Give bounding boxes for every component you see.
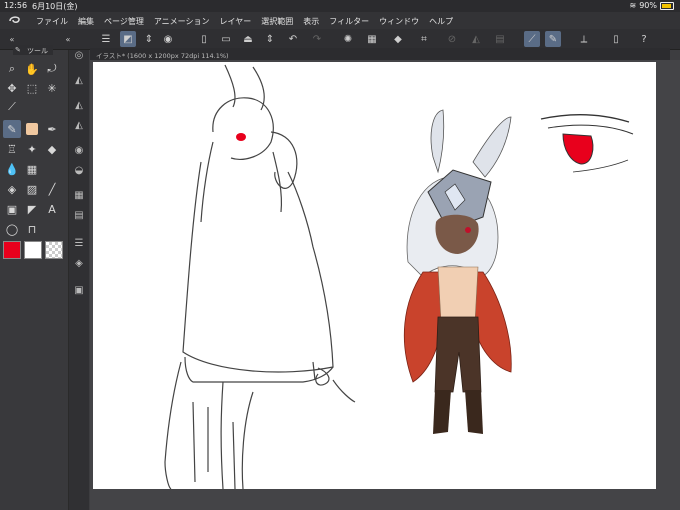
move-icon[interactable]: ✥	[3, 79, 21, 97]
color-set-icon[interactable]: ▦	[72, 188, 86, 202]
status-time: 12:56	[4, 1, 28, 10]
layer-property-icon[interactable]: ☰	[72, 236, 86, 250]
tool-palette-title: ツール	[27, 47, 48, 55]
deselect-icon[interactable]: ⊘	[444, 31, 460, 47]
hand-icon[interactable]: ✋	[23, 60, 41, 78]
export-icon[interactable]: ⏏	[240, 31, 256, 47]
chevron-updown-2-icon[interactable]: ⇕	[262, 31, 278, 47]
magic-wand-icon[interactable]: ✳	[43, 79, 61, 97]
menu-list-icon[interactable]: ☰	[98, 31, 114, 47]
tool-panel	[0, 50, 69, 510]
chevron-updown-icon[interactable]: ⇕	[141, 31, 157, 47]
history-icon[interactable]: ▣	[72, 283, 86, 297]
invert-icon[interactable]: ◭	[468, 31, 484, 47]
balloon-icon[interactable]: ◯	[3, 220, 21, 238]
line-icon[interactable]: ╱	[43, 180, 61, 198]
open-folder-icon[interactable]: ▭	[218, 31, 234, 47]
menu-file[interactable]: ファイル	[36, 16, 68, 27]
clear-icon[interactable]: ▦	[364, 31, 380, 47]
selection-tool-icon[interactable]: ◩	[120, 31, 136, 47]
device-icon[interactable]: ▯	[608, 31, 624, 47]
status-bar: 12:56 6月10日(金) ≋ 90%	[0, 0, 680, 12]
sketch-figure	[164, 64, 356, 489]
crop-icon[interactable]: ⌗	[416, 31, 432, 47]
tool-palette-tab[interactable]: ✎ ツール	[13, 45, 53, 55]
pen-icon[interactable]: ✎	[3, 120, 21, 138]
menu-view[interactable]: 表示	[303, 16, 319, 27]
tool-property-icon[interactable]: ◭	[72, 98, 86, 112]
zoom-icon[interactable]: ⌕	[3, 60, 21, 78]
eyedropper-icon[interactable]: ⟋	[3, 98, 21, 116]
frame-icon[interactable]: ▣	[3, 200, 21, 218]
status-date: 6月10日(金)	[32, 2, 78, 11]
app-logo-icon[interactable]	[8, 15, 22, 28]
airbrush-icon[interactable]: ♖	[3, 140, 21, 158]
pen-small-icon: ✎	[15, 46, 21, 54]
collapse-right-icon[interactable]: «	[60, 31, 76, 47]
canvas-tab-label: イラスト* (1600 x 1200px 72dpi 114.1%)	[96, 52, 229, 60]
illustration	[164, 64, 634, 489]
ruler-tool-icon[interactable]: ◤	[23, 200, 41, 218]
color-wheel-icon[interactable]: ◉	[72, 143, 86, 157]
navigator-icon[interactable]: ◎	[72, 48, 86, 62]
grid-icon[interactable]: ▦	[23, 160, 41, 178]
wifi-icon: ≋	[629, 1, 637, 10]
text-icon[interactable]: A	[43, 200, 61, 218]
menu-items: ファイル 編集 ページ管理 アニメーション レイヤー 選択範囲 表示 フィルター…	[36, 16, 463, 27]
battery-icon	[660, 1, 674, 10]
menu-selection[interactable]: 選択範囲	[261, 16, 293, 27]
transform-icon[interactable]: ▤	[492, 31, 508, 47]
pen-snap-icon[interactable]: ✎	[545, 31, 561, 47]
loading-icon[interactable]: ✺	[340, 31, 356, 47]
sketch-eye	[236, 133, 246, 141]
sub-tool-icon[interactable]: ◭	[72, 73, 86, 87]
correct-line-icon[interactable]: ⊓	[23, 220, 41, 238]
command-bar: « « ☰ ◩ ⇕ ◉ ▯ ▭ ⏏ ⇕ ↶ ↷ ✺ ▦ ◆ ⌗ ⊘ ◭ ▤ ⟋ …	[0, 29, 680, 50]
view-icon[interactable]: ◉	[160, 31, 176, 47]
sub-color-swatch[interactable]	[24, 241, 42, 259]
redo-icon[interactable]: ↷	[309, 31, 325, 47]
brush-icon[interactable]: ✒	[43, 120, 61, 138]
menu-help[interactable]: ヘルプ	[429, 16, 453, 27]
color-mix-icon[interactable]: ◒	[72, 163, 86, 177]
main-color-swatch[interactable]	[3, 241, 21, 259]
gradient-icon[interactable]: ▨	[23, 180, 41, 198]
chibi-figure	[403, 109, 512, 434]
help-icon[interactable]: ?	[636, 31, 652, 47]
menu-animation[interactable]: アニメーション	[154, 16, 210, 27]
canvas-paper[interactable]	[93, 62, 656, 489]
menu-layer[interactable]: レイヤー	[220, 16, 252, 27]
undo-icon[interactable]: ↶	[285, 31, 301, 47]
battery-percent: 90%	[639, 1, 657, 10]
bucket-icon[interactable]: ◈	[3, 180, 21, 198]
transparent-color-swatch[interactable]	[45, 241, 63, 259]
marquee-icon[interactable]: ⬚	[23, 79, 41, 97]
status-right: ≋ 90%	[630, 1, 674, 10]
material-icon[interactable]: ▤	[72, 208, 86, 222]
menu-bar: ファイル 編集 ページ管理 アニメーション レイヤー 選択範囲 表示 フィルター…	[0, 12, 680, 29]
ruler-icon[interactable]: ⟂	[576, 31, 592, 47]
menu-filter[interactable]: フィルター	[329, 16, 369, 27]
brush-size-icon[interactable]: ◭	[72, 118, 86, 132]
decoration-icon[interactable]: ✦	[23, 140, 41, 158]
rotate-icon[interactable]: ⤾	[43, 60, 61, 78]
menu-window[interactable]: ウィンドウ	[379, 16, 419, 27]
avatar-brush-icon[interactable]	[23, 120, 41, 138]
ruler-snap-icon[interactable]: ⟋	[524, 31, 540, 47]
menu-edit[interactable]: 編集	[78, 16, 94, 27]
menu-page[interactable]: ページ管理	[104, 16, 144, 27]
canvas-tab[interactable]: イラスト* (1600 x 1200px 72dpi 114.1%)	[90, 48, 670, 60]
blend-icon[interactable]: 💧	[3, 160, 21, 178]
eraser-icon[interactable]: ◆	[43, 140, 61, 158]
fill-icon[interactable]: ◆	[390, 31, 406, 47]
new-file-icon[interactable]: ▯	[196, 31, 212, 47]
eye-detail	[540, 114, 634, 173]
layers-icon[interactable]: ◈	[72, 256, 86, 270]
